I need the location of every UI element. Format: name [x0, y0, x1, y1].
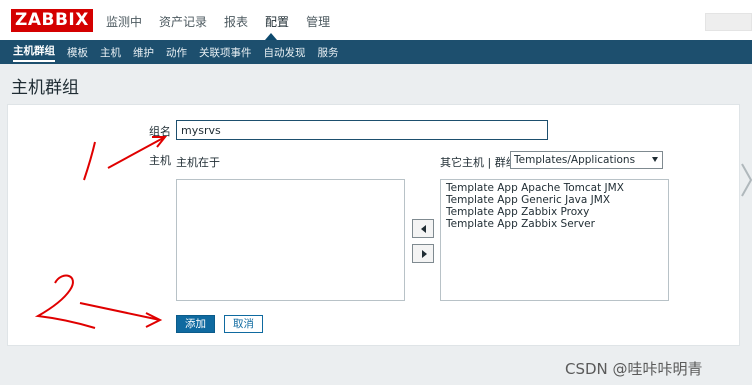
move-right-button[interactable] — [412, 244, 434, 263]
chevron-down-icon — [652, 157, 658, 162]
in-hosts-listbox[interactable] — [176, 179, 405, 301]
sub-menu-templates[interactable]: 模板 — [67, 45, 88, 60]
sub-menu: 主机群组 模板 主机 维护 动作 关联项事件 自动发现 服务 — [13, 40, 351, 64]
sub-menu-bar: 主机群组 模板 主机 维护 动作 关联项事件 自动发现 服务 — [0, 40, 752, 64]
group-name-label: 组名 — [149, 125, 171, 138]
listbox-option[interactable]: Template App Generic Java JMX — [446, 194, 663, 206]
watermark: CSDN @哇咔咔明青 — [565, 360, 703, 378]
sub-menu-discovery[interactable]: 自动发现 — [264, 45, 306, 60]
listbox-option[interactable]: Template App Apache Tomcat JMX — [446, 182, 663, 194]
chevron-right-icon[interactable] — [740, 160, 752, 200]
other-hosts-label: 其它主机 | 群组 — [440, 156, 517, 169]
in-hosts-label: 主机在于 — [176, 156, 220, 169]
add-button[interactable]: 添加 — [176, 315, 215, 333]
cancel-button[interactable]: 取消 — [224, 315, 263, 333]
main-menu-reports[interactable]: 报表 — [224, 13, 248, 30]
main-menu: 监测中 资产记录 报表 配置 管理 — [106, 13, 347, 30]
sub-menu-maintenance[interactable]: 维护 — [133, 45, 154, 60]
group-select[interactable]: Templates/Applications — [510, 151, 663, 169]
main-menu-monitoring[interactable]: 监测中 — [106, 13, 142, 30]
move-left-button[interactable] — [412, 219, 434, 238]
other-hosts-listbox[interactable]: Template App Apache Tomcat JMX Template … — [440, 179, 669, 301]
search-input[interactable] — [705, 13, 752, 31]
sub-menu-hosts[interactable]: 主机 — [100, 45, 121, 60]
hosts-label: 主机 — [149, 154, 171, 167]
arrow-right-icon — [422, 250, 427, 258]
sub-menu-event-correlation[interactable]: 关联项事件 — [199, 45, 252, 60]
sub-menu-services[interactable]: 服务 — [318, 45, 339, 60]
group-name-input[interactable] — [176, 120, 548, 140]
listbox-option[interactable]: Template App Zabbix Server — [446, 218, 663, 230]
arrow-left-icon — [421, 225, 426, 233]
top-header: ZABBIX 监测中 资产记录 报表 配置 管理 — [0, 0, 752, 40]
sub-menu-host-groups[interactable]: 主机群组 — [13, 43, 55, 62]
page-title: 主机群组 — [11, 78, 79, 98]
main-menu-administration[interactable]: 管理 — [306, 13, 330, 30]
zabbix-logo[interactable]: ZABBIX — [11, 9, 93, 32]
listbox-option[interactable]: Template App Zabbix Proxy — [446, 206, 663, 218]
main-menu-configuration[interactable]: 配置 — [265, 13, 289, 30]
active-menu-caret — [265, 33, 277, 40]
main-menu-inventory[interactable]: 资产记录 — [159, 13, 207, 30]
group-select-value: Templates/Applications — [514, 154, 636, 166]
sub-menu-actions[interactable]: 动作 — [166, 45, 187, 60]
